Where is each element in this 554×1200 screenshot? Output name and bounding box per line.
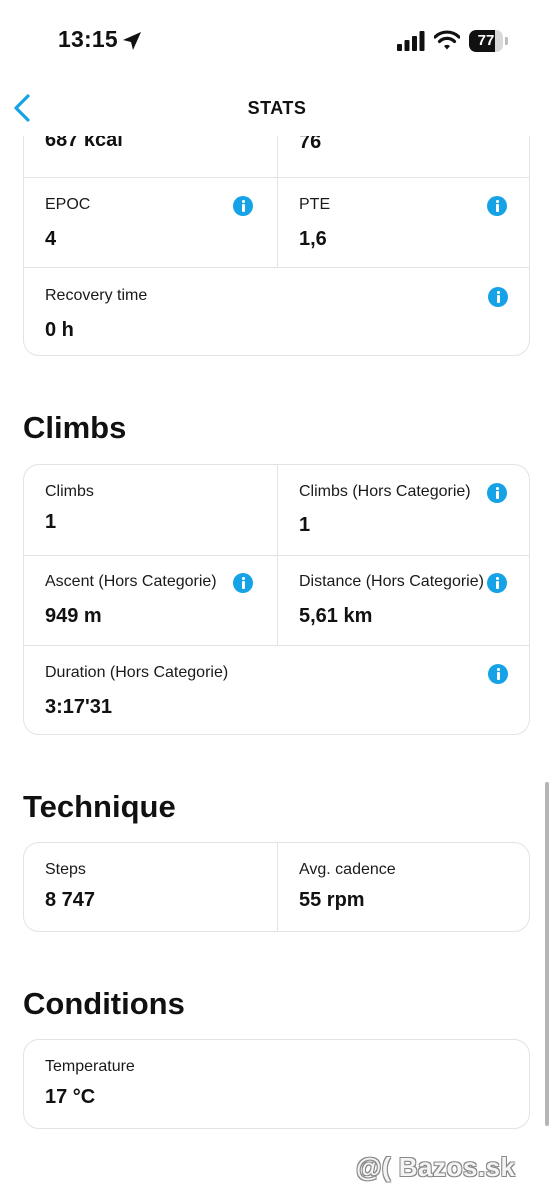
recovery-info-icon[interactable]: [488, 287, 508, 307]
stat-cell-calories: 687 kcal: [24, 136, 277, 177]
duration-label: Duration (Hors Categorie): [45, 664, 229, 681]
distance-label: Distance (Hors Categorie): [299, 573, 484, 590]
stat-cell-hc-climbs: Climbs (Hors Categorie) 1: [277, 465, 530, 555]
battery-tip: [505, 37, 508, 45]
distance-value: 5,61 km: [299, 605, 373, 627]
section-title-climbs: Climbs: [23, 410, 127, 445]
climbs-stats-card: Climbs 1 Climbs (Hors Categorie) 1 Ascen…: [23, 464, 530, 735]
vertical-scrollbar[interactable]: [545, 782, 549, 1126]
distance-info-icon[interactable]: [487, 573, 507, 593]
duration-value: 3:17'31: [45, 696, 113, 718]
conditions-stats-card: Temperature 17 °C: [23, 1039, 530, 1129]
cadence-label: Avg. cadence: [299, 861, 396, 878]
stat-cell-top-right: 76: [277, 136, 530, 177]
wifi-icon: [434, 30, 460, 50]
battery-indicator: 77: [469, 30, 509, 52]
steps-label: Steps: [45, 861, 86, 878]
watermark-text: @( Bazos.sk: [356, 1152, 516, 1182]
stats-scroll-content[interactable]: 687 kcal 76 EPOC 4 PTE 1,6 Recovery time…: [0, 136, 554, 1200]
technique-stats-card: Steps 8 747 Avg. cadence 55 rpm: [23, 842, 530, 932]
hc-climbs-value: 1: [299, 514, 311, 536]
cadence-value: 55 rpm: [299, 889, 365, 911]
recovery-value: 0 h: [45, 319, 74, 341]
stat-cell-temperature: Temperature 17 °C: [24, 1040, 529, 1128]
section-title-conditions: Conditions: [23, 986, 185, 1021]
top-right-value: 76: [299, 136, 322, 153]
hc-climbs-label: Climbs (Hors Categorie): [299, 483, 471, 500]
page-title: STATS: [247, 98, 307, 118]
stat-cell-recovery-time: Recovery time 0 h: [24, 267, 529, 355]
epoc-info-icon[interactable]: [233, 196, 253, 216]
status-bar: 13:15 77: [0, 0, 554, 80]
climbs-value: 1: [45, 511, 57, 533]
recovery-label: Recovery time: [45, 287, 148, 304]
steps-value: 8 747: [45, 889, 96, 911]
section-title-technique: Technique: [23, 789, 176, 824]
temperature-label: Temperature: [45, 1058, 135, 1075]
stat-cell-steps: Steps 8 747: [24, 843, 277, 931]
stat-cell-cadence: Avg. cadence 55 rpm: [277, 843, 530, 931]
pte-label: PTE: [299, 196, 331, 213]
battery-body: 77: [469, 30, 503, 52]
stat-cell-pte: PTE 1,6: [277, 177, 530, 267]
stat-cell-climbs: Climbs 1: [24, 465, 277, 555]
energy-stats-card: 687 kcal 76 EPOC 4 PTE 1,6 Recovery time…: [23, 136, 530, 356]
stat-cell-epoc: EPOC 4: [24, 177, 277, 267]
ascent-value: 949 m: [45, 605, 102, 627]
calories-value: 687 kcal: [45, 136, 123, 151]
pte-info-icon[interactable]: [487, 196, 507, 216]
stat-cell-ascent: Ascent (Hors Categorie) 949 m: [24, 555, 277, 645]
epoc-value: 4: [45, 228, 57, 250]
navigation-bar: STATS: [0, 80, 554, 136]
ascent-info-icon[interactable]: [233, 573, 253, 593]
climbs-label: Climbs: [45, 483, 94, 500]
epoc-label: EPOC: [45, 196, 91, 213]
location-arrow-icon: [123, 32, 141, 50]
pte-value: 1,6: [299, 228, 327, 250]
temperature-value: 17 °C: [45, 1086, 96, 1108]
hc-climbs-info-icon[interactable]: [487, 483, 507, 503]
stat-cell-distance: Distance (Hors Categorie) 5,61 km: [277, 555, 530, 645]
duration-info-icon[interactable]: [488, 664, 508, 684]
ascent-label: Ascent (Hors Categorie): [45, 573, 217, 590]
battery-percent: 77: [477, 32, 495, 49]
status-time: 13:15: [58, 26, 118, 52]
cellular-signal-icon: [397, 31, 425, 51]
stat-cell-duration: Duration (Hors Categorie) 3:17'31: [24, 645, 529, 734]
